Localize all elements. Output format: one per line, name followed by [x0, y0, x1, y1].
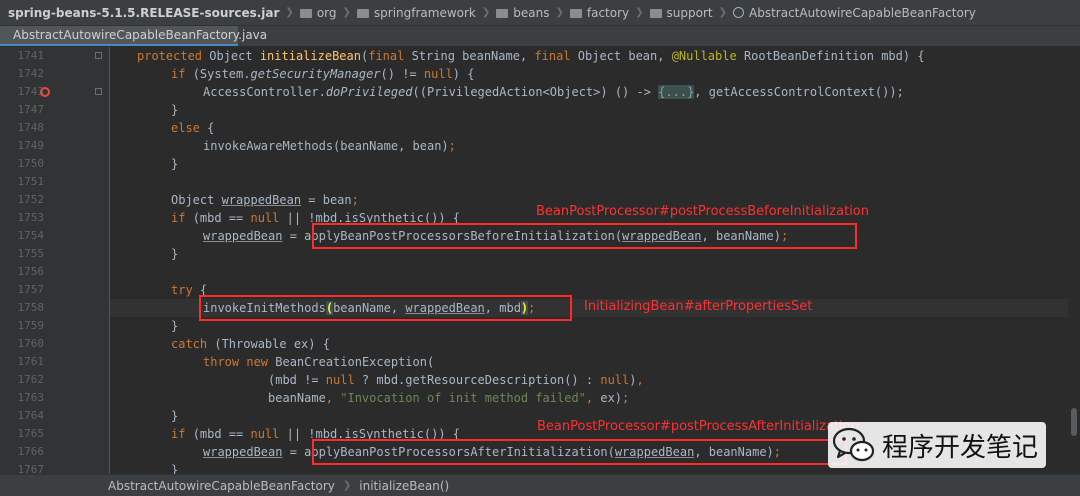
code-line[interactable]: }	[171, 155, 178, 173]
code-line[interactable]: if (System.getSecurityManager() != null)…	[171, 65, 474, 83]
breadcrumb-item-springframework[interactable]: springframework	[351, 0, 482, 25]
breadcrumb-item-org[interactable]: org	[294, 0, 343, 25]
line-number: 1754	[17, 229, 45, 242]
folder-icon	[569, 9, 582, 18]
brand-text: 程序开发笔记	[882, 432, 1039, 463]
breadcrumb-item-beans[interactable]: beans	[490, 0, 555, 25]
line-number: 1751	[17, 175, 45, 188]
folder-icon	[649, 9, 662, 18]
code-line[interactable]: throw new BeanCreationException(	[203, 353, 434, 371]
line-number: 1755	[17, 247, 45, 260]
wechat-icon	[832, 427, 875, 462]
line-number: 1743	[17, 85, 45, 98]
status-method-name[interactable]: initializeBean()	[351, 479, 457, 493]
line-number: 1761	[17, 355, 45, 368]
line-number: 1763	[17, 391, 45, 404]
breadcrumb-separator-icon: ❯	[481, 7, 491, 18]
breadcrumb-separator-icon: ❯	[342, 7, 351, 18]
breadcrumb-separator-icon: ❯	[635, 7, 644, 18]
breadcrumb-item-support[interactable]: support	[644, 0, 719, 25]
code-line[interactable]: (mbd != null ? mbd.getResourceDescriptio…	[268, 371, 644, 389]
editor-breadcrumb-status: AbstractAutowireCapableBeanFactory ❯ ini…	[0, 474, 1080, 496]
code-line[interactable]: }	[171, 317, 178, 335]
line-number: 1748	[17, 121, 45, 134]
editor-tab[interactable]: AbstractAutowireCapableBeanFactory.java	[0, 26, 267, 46]
line-number: 1747	[17, 103, 45, 116]
line-number: 1760	[17, 337, 45, 350]
line-number: 1750	[17, 157, 45, 170]
line-number: 1742	[17, 67, 45, 80]
highlight-box-before-init	[312, 223, 857, 249]
breadcrumb-separator-icon: ❯	[555, 7, 564, 18]
breadcrumb-item-factory[interactable]: factory	[564, 0, 635, 25]
code-line[interactable]: }	[171, 101, 178, 119]
highlight-box-after-init	[312, 439, 847, 465]
code-line[interactable]: }	[171, 245, 178, 263]
code-line[interactable]: invokeAwareMethods(beanName, bean);	[203, 137, 456, 155]
breadcrumb-separator-icon: ❯	[718, 7, 727, 18]
line-number: 1756	[17, 265, 45, 278]
code-line[interactable]: AccessController.doPrivileged((Privilege…	[203, 83, 904, 101]
folder-icon	[299, 9, 312, 18]
code-line[interactable]: protected Object initializeBean(final St…	[137, 47, 925, 65]
fold-marker-icon[interactable]	[95, 88, 102, 95]
folder-icon	[356, 9, 369, 18]
gutter-divider	[109, 47, 110, 474]
editor-tab-bar: AbstractAutowireCapableBeanFactory.java	[0, 26, 1080, 47]
breadcrumb-separator-icon: ❯	[285, 7, 294, 18]
code-line[interactable]: Object wrappedBean = bean;	[171, 191, 359, 209]
line-number: 1753	[17, 211, 45, 224]
line-number: 1759	[17, 319, 45, 332]
annotation-init-methods: InitializingBean#afterPropertiesSet	[584, 299, 813, 314]
code-line[interactable]: catch (Throwable ex) {	[171, 335, 330, 353]
code-line[interactable]: }	[171, 407, 178, 425]
code-line[interactable]: else {	[171, 119, 214, 137]
status-class-name[interactable]: AbstractAutowireCapableBeanFactory	[100, 479, 343, 493]
line-number: 1741	[17, 49, 45, 62]
line-number: 1752	[17, 193, 45, 206]
scrollbar-thumb[interactable]	[1071, 408, 1077, 436]
code-line[interactable]: beanName, "Invocation of init method fai…	[268, 389, 629, 407]
breadcrumb-item-jar[interactable]: spring-beans-5.1.5.RELEASE-sources.jar	[0, 0, 285, 25]
breadcrumb-item-class[interactable]: AbstractAutowireCapableBeanFactory	[727, 0, 982, 25]
line-number: 1764	[17, 409, 45, 422]
line-number: 1749	[17, 139, 45, 152]
wechat-watermark: 程序开发笔记	[828, 422, 1047, 468]
line-number: 1765	[17, 427, 45, 440]
breadcrumb-separator-icon: ❯	[342, 480, 352, 491]
line-number: 1766	[17, 445, 45, 458]
line-number: 1757	[17, 283, 45, 296]
line-number: 1758	[17, 301, 45, 314]
fold-marker-icon[interactable]	[95, 52, 102, 59]
annotation-after-init: BeanPostProcessor#postProcessAfterInitia…	[537, 419, 859, 434]
class-icon	[733, 7, 744, 18]
line-number: 1762	[17, 373, 45, 386]
highlight-box-init-methods	[199, 295, 572, 321]
breadcrumb: spring-beans-5.1.5.RELEASE-sources.jar ❯…	[0, 0, 1080, 26]
annotation-before-init: BeanPostProcessor#postProcessBeforeIniti…	[536, 204, 869, 219]
breakpoint-error-icon[interactable]	[40, 87, 50, 97]
folder-icon	[496, 9, 509, 18]
